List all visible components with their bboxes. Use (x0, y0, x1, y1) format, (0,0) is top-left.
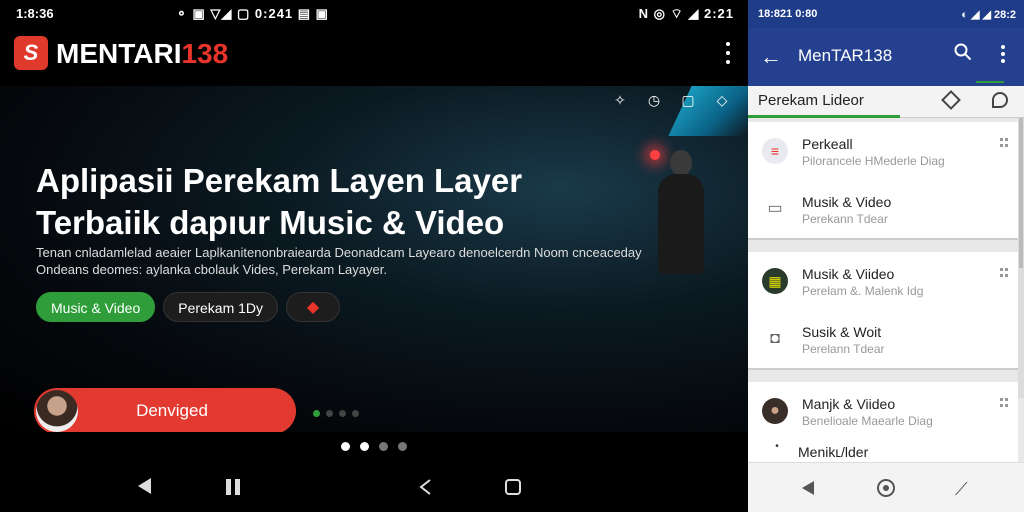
sparkle-icon[interactable]: ✧ (612, 92, 628, 108)
item-title: Musik & Video (802, 194, 892, 210)
drag-handle-icon[interactable] (1000, 398, 1008, 408)
menu-icon: ≡ (762, 138, 788, 164)
page-dot[interactable] (398, 441, 407, 451)
thumbnail-icon: ▦ (762, 268, 788, 294)
tab-recorder[interactable]: Perekam Lideor (758, 92, 864, 109)
app-bar: ← MenTAR138 (748, 28, 1024, 86)
list-group: ▦ Musik & Viideo Perelam &. Malenk Idg ◘… (748, 252, 1018, 370)
hero-title: Aplipasii Perekam Layen Layer Terbaiik d… (36, 162, 523, 241)
list-group: ≡ Perkeall Pilorancele HMederle Diag ▭ M… (748, 122, 1018, 240)
chip-flower-icon[interactable]: ◆ (286, 292, 341, 322)
status-right: N ◎ ⌔ ◢ 2:21 (638, 6, 734, 21)
item-title: Musik & Viideo (802, 266, 895, 282)
app-bar: S MENTARI138 (0, 28, 748, 86)
download-label: Denviged (136, 401, 208, 420)
item-subtitle: Pilorancele HMederle Diag (802, 154, 945, 168)
list-item[interactable]: ◘ Susik & Woit Perelann Tdear (748, 310, 1018, 368)
item-title: Susik & Woit (802, 324, 882, 340)
more-options-icon[interactable] (724, 42, 732, 64)
app-logo: S (14, 36, 48, 70)
list-item[interactable]: ● Manjk & Viideo Benelioale Maearle Diag (748, 382, 1018, 440)
search-icon[interactable] (954, 43, 972, 61)
avatar (36, 390, 78, 432)
list-group: ● Manjk & Viideo Benelioale Maearle Diag… (748, 382, 1018, 464)
shield-icon[interactable]: ◇ (714, 92, 730, 108)
brand-number: 138 (181, 38, 229, 69)
diamond-icon[interactable] (941, 90, 961, 110)
system-nav-bar (0, 460, 748, 512)
app-title: MenTAR138 (798, 46, 893, 65)
left-screen: 1:8:36 ⚬ ▣ ▽◢ ▢ 0:241 ▤ ▣ N ◎ ⌔ ◢ 2:21 S… (0, 0, 748, 512)
pin-icon[interactable] (992, 92, 1008, 108)
list-item[interactable]: • Menikʟ/lder (748, 440, 1018, 464)
avatar-icon: ● (762, 398, 788, 424)
system-nav-bar: ⟋ (748, 462, 1024, 512)
hero-subtitle: Tenan cnladamlelad aeaier Laplkanitenonb… (36, 245, 642, 277)
page-dot[interactable] (360, 441, 369, 451)
tab-accent (976, 81, 1004, 83)
item-subtitle: Perelam &. Malenk Idg (802, 284, 924, 298)
app-brand: MENTARI138 (56, 38, 228, 70)
status-time: 1:8:36 (16, 6, 54, 21)
more-options-icon[interactable] (1000, 45, 1006, 63)
status-time: 18:821 0:80 (758, 8, 818, 20)
dot-icon: • (772, 442, 782, 452)
recents-icon[interactable]: ⟋ (955, 479, 968, 500)
item-title: Perkeall (802, 136, 853, 152)
brand-name: MENTARI (56, 38, 182, 69)
scrollbar[interactable] (1018, 118, 1024, 398)
download-button[interactable]: Denviged (34, 388, 296, 432)
back-chevron-icon[interactable] (418, 478, 432, 496)
right-screen: 18:821 0:80 ◐ ◢ ◢ 28:2 ← MenTAR138 Perek… (748, 0, 1024, 512)
chip-recorder[interactable]: Perekam 1Dy (163, 292, 279, 322)
back-icon[interactable] (138, 478, 151, 494)
chip-music-video[interactable]: Music & Video (36, 292, 156, 322)
page-dot[interactable] (379, 441, 388, 451)
status-bar: 1:8:36 ⚬ ▣ ▽◢ ▢ 0:241 ▤ ▣ N ◎ ⌔ ◢ 2:21 (0, 0, 748, 28)
tab-bar: Perekam Lideor (748, 81, 1024, 118)
tab-indicator (748, 115, 900, 118)
item-title: Menikʟ/lder (798, 444, 869, 460)
video-icon: ▭ (762, 196, 788, 222)
status-icons: ⚬ ▣ ▽◢ ▢ 0:241 ▤ ▣ (176, 6, 329, 21)
hero-banner: ✧ ◷ ▢ ◇ Aplipasii Perekam Layen Layer Te… (0, 86, 748, 432)
drag-handle-icon[interactable] (1000, 138, 1008, 148)
page-indicator (0, 432, 748, 460)
page-dot[interactable] (341, 441, 350, 451)
list-item[interactable]: ≡ Perkeall Pilorancele HMederle Diag (748, 122, 1018, 180)
category-chips: Music & Video Perekam 1Dy ◆ (36, 292, 341, 322)
chat-icon: ◘ (762, 326, 788, 352)
back-icon[interactable] (802, 481, 814, 495)
status-icons: ◐ ◢ ◢ 28:2 (961, 9, 1016, 21)
hero-toolbar: ✧ ◷ ▢ ◇ (612, 92, 730, 108)
home-icon[interactable] (877, 479, 895, 497)
item-subtitle: Perekann Tdear (802, 212, 888, 226)
timer-icon[interactable]: ◷ (646, 92, 662, 108)
item-subtitle: Benelioale Maearle Diag (802, 414, 933, 428)
home-icon[interactable] (505, 479, 521, 495)
list-item[interactable]: ▦ Musik & Viideo Perelam &. Malenk Idg (748, 252, 1018, 310)
item-title: Manjk & Viideo (802, 396, 896, 412)
frame-icon[interactable]: ▢ (680, 92, 696, 108)
pause-icon[interactable] (226, 479, 241, 495)
list-item[interactable]: ▭ Musik & Video Perekann Tdear (748, 180, 1018, 238)
drag-handle-icon[interactable] (1000, 268, 1008, 278)
carousel-dots (313, 410, 359, 417)
back-arrow-icon[interactable]: ← (760, 44, 782, 70)
item-subtitle: Perelann Tdear (802, 342, 885, 356)
status-bar: 18:821 0:80 ◐ ◢ ◢ 28:2 (748, 0, 1024, 28)
